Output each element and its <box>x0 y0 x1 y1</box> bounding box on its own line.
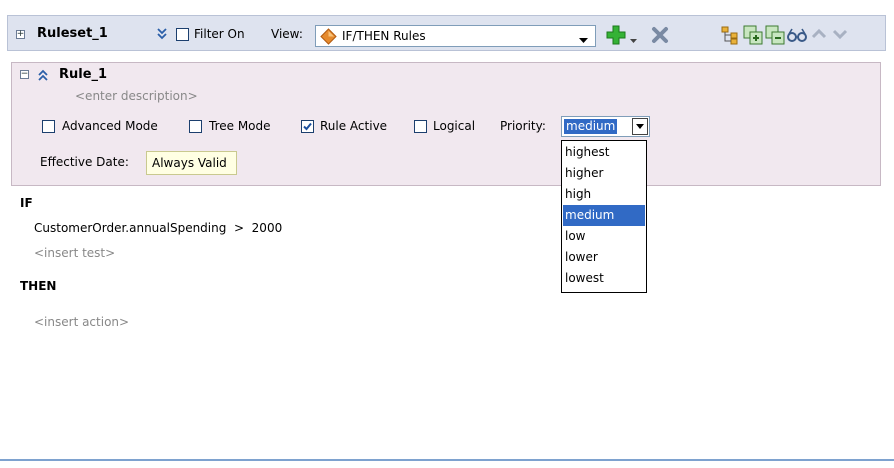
collapse-all-rules-icon[interactable] <box>765 25 785 48</box>
logical-checkbox[interactable] <box>414 120 427 133</box>
rule-name[interactable]: Rule_1 <box>59 67 107 82</box>
ruleset-name[interactable]: Ruleset_1 <box>37 26 108 41</box>
effective-date-value: Always Valid <box>152 156 227 170</box>
tree-mode-checkbox[interactable] <box>189 120 202 133</box>
rule-description-field[interactable]: <enter description> <box>75 89 198 103</box>
view-label: View: <box>271 27 303 41</box>
filter-label: Filter On <box>194 27 245 41</box>
tree-mode-label: Tree Mode <box>209 119 271 133</box>
add-icon[interactable] <box>606 25 626 48</box>
view-value: IF/THEN Rules <box>342 29 426 43</box>
effective-date-label: Effective Date: <box>40 155 129 169</box>
rule-active-label: Rule Active <box>320 119 388 133</box>
if-then-rules-icon <box>320 28 337 48</box>
expand-collapse-ruleset-icon[interactable]: + <box>16 30 25 39</box>
filter-checkbox[interactable] <box>176 28 189 41</box>
chevron-down-icon <box>636 124 644 129</box>
glasses-icon[interactable] <box>787 26 807 47</box>
bottom-divider <box>0 459 894 461</box>
priority-option-highest[interactable]: highest <box>563 142 645 163</box>
add-dropdown-icon[interactable] <box>630 33 637 47</box>
checkmark-icon <box>303 122 312 131</box>
advanced-mode-label: Advanced Mode <box>62 119 158 133</box>
priority-label: Priority: <box>500 119 546 133</box>
chevron-down-icon <box>579 33 588 47</box>
collapse-all-icon[interactable] <box>156 27 168 44</box>
priority-option-low[interactable]: low <box>563 226 645 247</box>
logical-label: Logical <box>433 119 476 133</box>
move-down-icon[interactable] <box>832 27 848 44</box>
priority-option-lower[interactable]: lower <box>563 247 645 268</box>
insert-test-link[interactable]: <insert test> <box>34 246 115 260</box>
priority-dropdown-list: highest higher high medium low lower low… <box>561 140 647 293</box>
move-up-icon[interactable] <box>811 27 827 44</box>
rule-active-checkbox[interactable] <box>301 120 314 133</box>
collapse-up-icon[interactable] <box>37 68 49 85</box>
expand-all-icon[interactable] <box>743 25 763 48</box>
effective-date-field[interactable]: Always Valid <box>146 151 237 175</box>
priority-select[interactable]: medium <box>561 116 650 137</box>
collapse-rule-icon[interactable]: − <box>20 70 29 79</box>
priority-option-lowest[interactable]: lowest <box>563 268 645 289</box>
insert-action-link[interactable]: <insert action> <box>34 315 129 329</box>
priority-selected-value: medium <box>564 119 618 134</box>
tree-view-icon[interactable] <box>720 25 740 48</box>
priority-option-high[interactable]: high <box>563 184 645 205</box>
advanced-mode-checkbox[interactable] <box>42 120 55 133</box>
priority-option-medium[interactable]: medium <box>563 205 645 226</box>
view-select[interactable]: IF/THEN Rules <box>315 25 596 47</box>
then-label: THEN <box>20 279 57 293</box>
priority-dropdown-button[interactable] <box>632 118 648 135</box>
condition-expression[interactable]: CustomerOrder.annualSpending > 2000 <box>34 221 282 235</box>
if-label: IF <box>20 196 33 210</box>
delete-icon[interactable] <box>651 26 669 47</box>
priority-option-higher[interactable]: higher <box>563 163 645 184</box>
